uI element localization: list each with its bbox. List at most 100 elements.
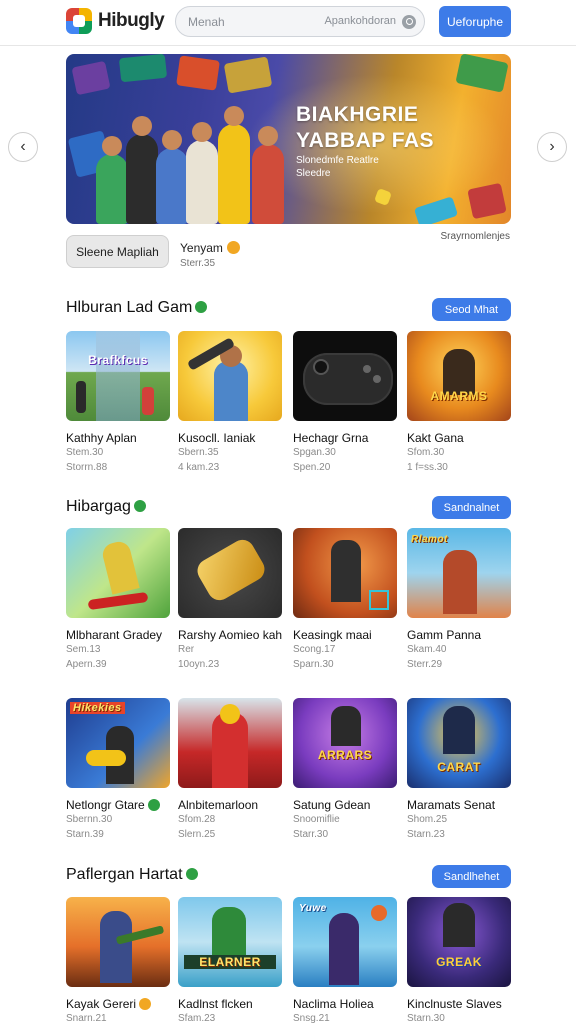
game-title: Netlongr Gtare (66, 798, 170, 812)
game-card[interactable]: Yuwe Naclima Holiea Snsg.21 (293, 897, 397, 1024)
banner-title-line: YABBAP FAS (296, 128, 435, 152)
section-title-text: Paflergan Hartat (66, 866, 183, 883)
game-meta: Sfam.23 (178, 1013, 216, 1024)
banner-caption: Srayrnomlenjes (440, 231, 510, 242)
controller-icon (86, 750, 126, 766)
game-thumbnail: Brafkfcus (66, 331, 170, 421)
button-dot (373, 375, 381, 383)
game-meta: Spgan.30 (293, 447, 336, 458)
game-meta: Snsg.21 (293, 1013, 330, 1024)
game-thumbnail (66, 897, 170, 987)
game-card[interactable]: ELARNER Kadlnst flcken Sfam.23 (178, 897, 282, 1024)
banner-subtitle: Slonedmfe Reatlre Sleedre (296, 154, 379, 180)
thumbnail-art-text: GREAK (436, 955, 482, 969)
gadget-shape (193, 535, 269, 605)
game-card[interactable]: Brafkfcus Kathhy Aplan Stem.30 Storrn.88 (66, 331, 170, 475)
game-card[interactable]: CARAT Maramats Senat Shom.25 Starn.23 (407, 698, 511, 842)
game-title: Gamm Panna (407, 628, 482, 642)
game-meta: Scong.17 (293, 644, 336, 655)
see-more-button[interactable]: Sandnalnet (432, 496, 511, 519)
game-meta: Sparn.30 (293, 659, 334, 670)
badge-icon (139, 998, 152, 1010)
game-card[interactable]: ARRARS Satung Gdean Snoomiflie Starr.30 (293, 698, 397, 842)
game-meta: Stem.30 (66, 447, 104, 458)
search-icon[interactable] (402, 15, 416, 29)
header-action-button[interactable]: Ueforuphe (439, 6, 511, 37)
game-title: Rarshy Aomieo kah (178, 628, 283, 642)
character-figure (186, 122, 218, 224)
game-thumbnail: Yuwe (293, 897, 397, 987)
game-title: Hechagr Grna (293, 431, 369, 445)
thumbnail-art-text: ARRARS (317, 748, 373, 762)
banner-title-line: BIAKHGRIE (296, 103, 419, 126)
verified-icon (147, 799, 160, 811)
game-title: Kinclnuste Slaves (407, 997, 502, 1011)
carousel-next-button[interactable]: › (537, 132, 567, 162)
see-more-button[interactable]: Sandlhehet (432, 865, 511, 888)
banner-subtitle-line: Slonedmfe Reatlre (296, 155, 379, 166)
game-meta: Snoomiflie (293, 814, 340, 825)
see-more-button[interactable]: Seod Mhat (432, 298, 511, 321)
game-meta: Shom.25 (407, 814, 448, 825)
joystick-icon (313, 359, 329, 375)
character-figure (252, 126, 284, 224)
thumbnail-art-text: Rlamot (411, 534, 448, 545)
character-figure (156, 130, 188, 224)
game-thumbnail: ELARNER (178, 897, 282, 987)
game-thumbnail: ARRARS (293, 698, 397, 788)
banner-subtitle-line: Sleedre (296, 168, 331, 179)
game-meta: Apern.39 (66, 659, 107, 670)
app-logo[interactable]: Hibugly (66, 8, 165, 34)
character-figure (212, 907, 246, 957)
game-card[interactable]: Mlbharant Gradey Sem.13 Apern.39 (66, 528, 170, 672)
skateboard-shape (87, 591, 149, 611)
game-thumbnail: CARAT (407, 698, 511, 788)
game-card[interactable]: Rarshy Aomieo kah Rer 10oyn.23 (178, 528, 282, 672)
game-card[interactable]: Keasingk maai Scong.17 Sparn.30 (293, 528, 397, 672)
game-meta: Snarn.21 (66, 1013, 107, 1024)
featured-title-text: Yenyam (180, 241, 223, 255)
character-figure (96, 136, 128, 224)
game-card[interactable]: AMARMS Kakt Gana Sfom.30 1 f=ss.30 (407, 331, 511, 475)
search-placeholder: Menah (188, 15, 225, 29)
banner-characters (96, 84, 296, 224)
section-title: Paflergan Hartat (66, 866, 198, 884)
game-thumbnail: GREAK (407, 897, 511, 987)
game-meta: Starn.39 (66, 829, 104, 840)
thumbnail-art-text: Hikekies (70, 702, 125, 714)
verified-icon (133, 500, 146, 512)
banner-chip-button[interactable]: Sleene Mapliah (66, 235, 169, 268)
character-figure (329, 913, 359, 985)
player-figure (76, 381, 86, 413)
game-title: Alnbitemarloon (178, 798, 259, 812)
character-figure (214, 361, 248, 421)
character-figure (100, 539, 140, 595)
game-meta: 4 kam.23 (178, 462, 220, 473)
game-meta: Sfom.28 (178, 814, 216, 825)
featured-meta: Sterr.35 (180, 258, 216, 269)
character-figure (331, 706, 361, 746)
game-card[interactable]: Kayak Gereri Snarn.21 (66, 897, 170, 1024)
game-card[interactable]: Rlamot Gamm Panna Skam.40 Sterr.29 (407, 528, 511, 672)
game-meta: Sbernn.30 (66, 814, 113, 825)
character-figure (218, 106, 250, 224)
game-card[interactable]: Hikekies Netlongr Gtare Sbernn.30 Starn.… (66, 698, 170, 842)
game-card[interactable]: Kusocll. Ianiak Sbern.35 4 kam.23 (178, 331, 282, 475)
section-title: Hlburan Lad Gam (66, 299, 208, 317)
thumbnail-art-text: Yuwe (299, 903, 327, 914)
carousel-prev-button[interactable]: ‹ (8, 132, 38, 162)
game-thumbnail: AMARMS (407, 331, 511, 421)
game-card[interactable]: Alnbitemarloon Sfom.28 Slern.25 (178, 698, 282, 842)
game-card[interactable]: Hechagr Grna Spgan.30 Spen.20 (293, 331, 397, 475)
hero-banner[interactable]: BIAKHGRIE YABBAP FAS Slonedmfe Reatlre S… (66, 54, 511, 224)
game-thumbnail: Hikekies (66, 698, 170, 788)
game-thumbnail: Rlamot (407, 528, 511, 618)
top-bar: Hibugly Menah Apankohdoran Ueforuphe (0, 0, 576, 46)
featured-title[interactable]: Yenyam (180, 241, 240, 255)
search-input[interactable]: Menah Apankohdoran (175, 6, 425, 37)
game-title: Kathhy Aplan (66, 431, 137, 445)
game-title: Satung Gdean (293, 798, 371, 812)
chevron-left-icon: ‹ (20, 138, 26, 155)
app-name: Hibugly (98, 10, 165, 31)
game-card[interactable]: GREAK Kinclnuste Slaves Starn.30 (407, 897, 511, 1024)
